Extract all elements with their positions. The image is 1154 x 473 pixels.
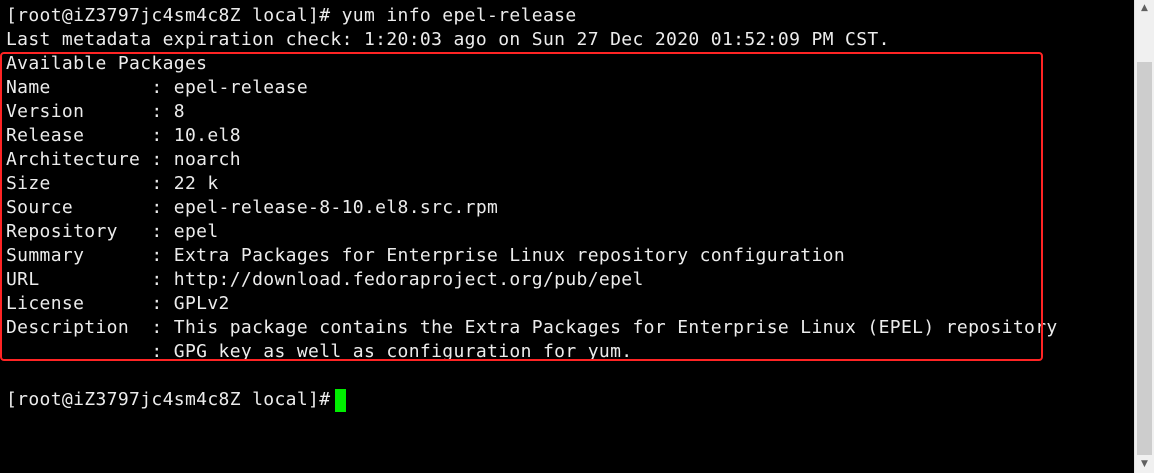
info-source: Source : epel-release-8-10.el8.src.rpm — [6, 197, 499, 218]
vertical-scrollbar[interactable]: ▲ ▼ — [1134, 0, 1154, 473]
info-size: Size : 22 k — [6, 173, 219, 194]
info-release: Release : 10.el8 — [6, 125, 241, 146]
info-description-cont: : GPG key as well as configuration for y… — [6, 341, 633, 362]
terminal-window[interactable]: [root@iZ3797jc4sm4c8Z local]# yum info e… — [0, 0, 1134, 473]
chevron-down-icon[interactable]: ▼ — [1135, 456, 1154, 473]
metadata-line: Last metadata expiration check: 1:20:03 … — [6, 29, 890, 50]
info-url: URL : http://download.fedoraproject.org/… — [6, 269, 644, 290]
info-license: License : GPLv2 — [6, 293, 230, 314]
info-name: Name : epel-release — [6, 77, 309, 98]
command-line: [root@iZ3797jc4sm4c8Z local]# yum info e… — [6, 5, 577, 26]
chevron-up-icon[interactable]: ▲ — [1135, 0, 1154, 17]
info-summary: Summary : Extra Packages for Enterprise … — [6, 245, 846, 266]
scrollbar-thumb[interactable] — [1137, 62, 1152, 455]
info-repository: Repository : epel — [6, 221, 219, 242]
info-description: Description : This package contains the … — [6, 317, 1058, 338]
prompt-line[interactable]: [root@iZ3797jc4sm4c8Z local]# — [6, 388, 342, 412]
text-cursor — [335, 389, 346, 412]
info-version: Version : 8 — [6, 101, 185, 122]
section-header: Available Packages — [6, 53, 208, 74]
info-architecture: Architecture : noarch — [6, 149, 241, 170]
